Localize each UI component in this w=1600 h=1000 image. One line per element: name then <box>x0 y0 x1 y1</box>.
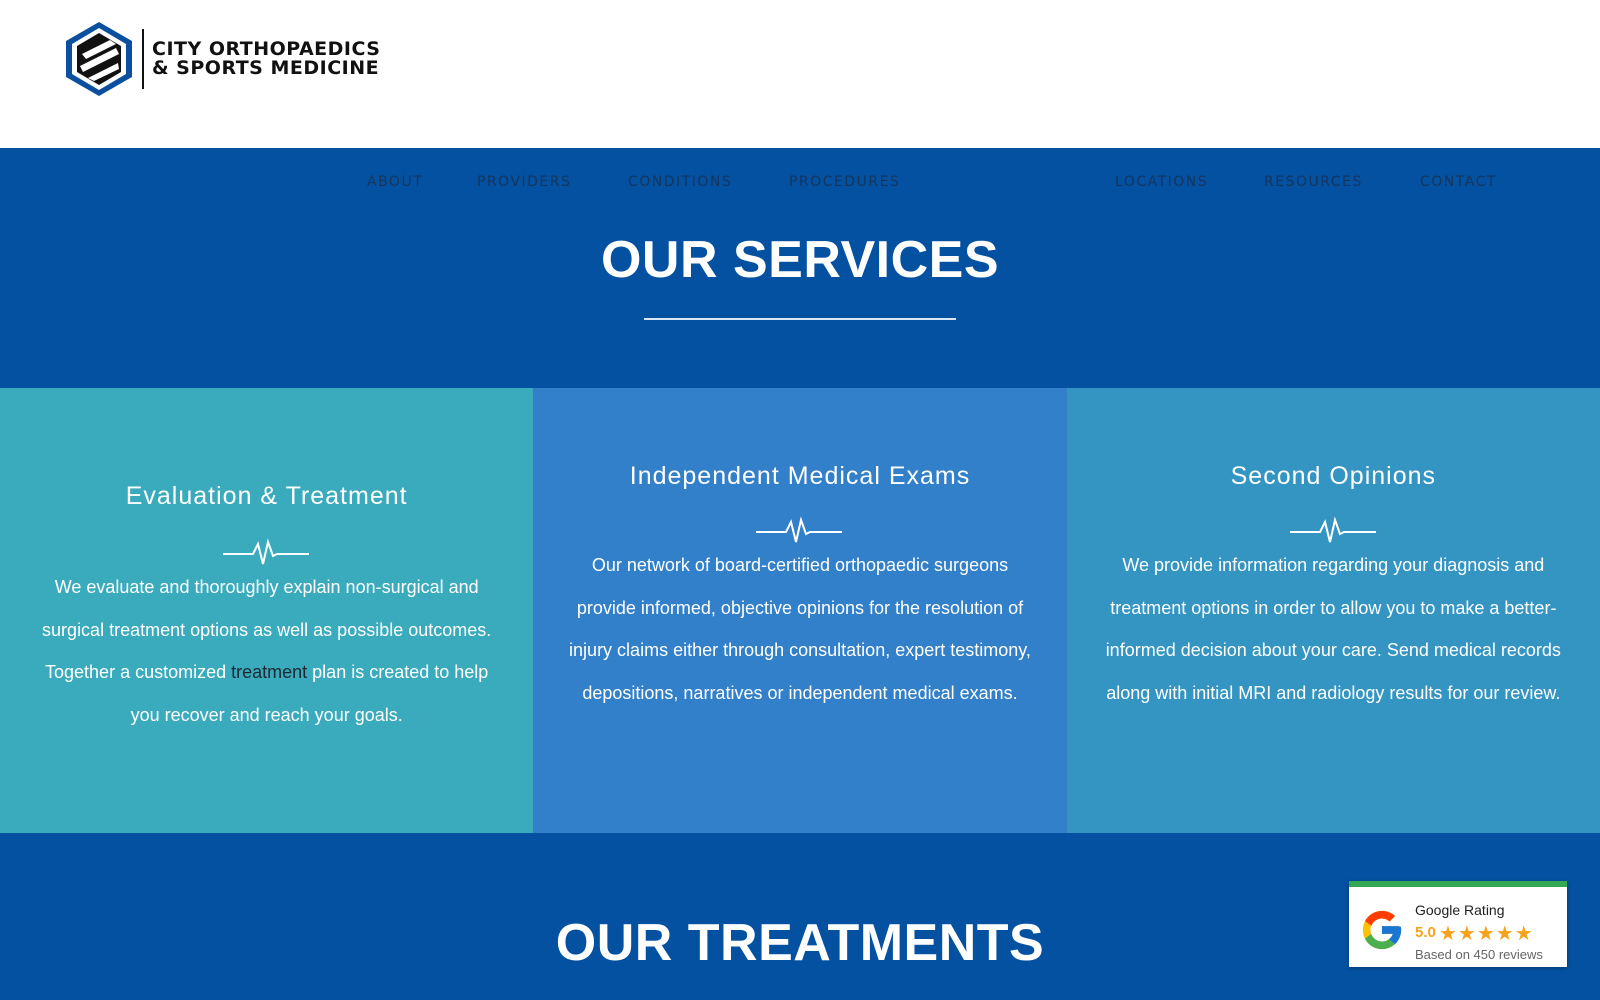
rating-label: Google Rating <box>1415 902 1505 918</box>
service-card-ime: Independent Medical Exams Our network of… <box>533 388 1067 833</box>
heartbeat-icon <box>223 538 309 565</box>
site-logo[interactable]: CITY ORTHOPAEDICS & SPORTS MEDICINE <box>64 20 380 98</box>
site-header: CITY ORTHOPAEDICS & SPORTS MEDICINE <box>0 0 1600 148</box>
services-title: OUR SERVICES <box>600 231 1000 289</box>
logo-divider <box>142 29 144 89</box>
nav-conditions[interactable]: CONDITIONS <box>628 174 732 190</box>
service-card-evaluation: Evaluation & Treatment We evaluate and t… <box>0 388 534 833</box>
nav-providers[interactable]: PROVIDERS <box>477 174 571 190</box>
card-text: Our network of board-certified orthopaed… <box>569 555 1031 703</box>
heartbeat-icon <box>756 516 843 543</box>
google-g-icon <box>1362 910 1402 950</box>
service-cards: Evaluation & Treatment We evaluate and t… <box>0 388 1600 833</box>
service-card-second-opinions: Second Opinions We provide information r… <box>1066 388 1600 833</box>
treatment-link[interactable]: treatment <box>231 662 307 682</box>
nav-resources[interactable]: RESOURCES <box>1264 174 1363 190</box>
card-text: We evaluate and thoroughly explain non-s… <box>0 566 533 736</box>
logo-text: CITY ORTHOPAEDICS & SPORTS MEDICINE <box>152 40 380 78</box>
google-rating-badge[interactable]: Google Rating 5.0 ★★★★★ Based on 450 rev… <box>1349 881 1567 967</box>
main-nav: ABOUT PROVIDERS CONDITIONS PROCEDURES LO… <box>0 174 1600 198</box>
card-title: Evaluation & Treatment <box>125 482 408 510</box>
rating-reviews: Based on 450 reviews <box>1415 947 1543 962</box>
rating-stars-icon: ★★★★★ <box>1439 923 1534 945</box>
nav-about[interactable]: ABOUT <box>367 174 423 190</box>
title-underline <box>644 318 956 320</box>
card-text: We provide information regarding your di… <box>1105 555 1561 703</box>
heartbeat-icon <box>1289 516 1376 543</box>
services-hero: ABOUT PROVIDERS CONDITIONS PROCEDURES LO… <box>0 148 1600 388</box>
logo-line-2: & SPORTS MEDICINE <box>152 57 380 79</box>
card-title: Second Opinions <box>1230 462 1437 490</box>
rating-score: 5.0 <box>1415 924 1436 941</box>
nav-locations[interactable]: LOCATIONS <box>1115 174 1208 190</box>
card-title: Independent Medical Exams <box>629 462 971 490</box>
nav-procedures[interactable]: PROCEDURES <box>789 174 900 190</box>
nav-contact[interactable]: CONTACT <box>1420 174 1497 190</box>
hexagon-logo-icon <box>66 22 132 96</box>
